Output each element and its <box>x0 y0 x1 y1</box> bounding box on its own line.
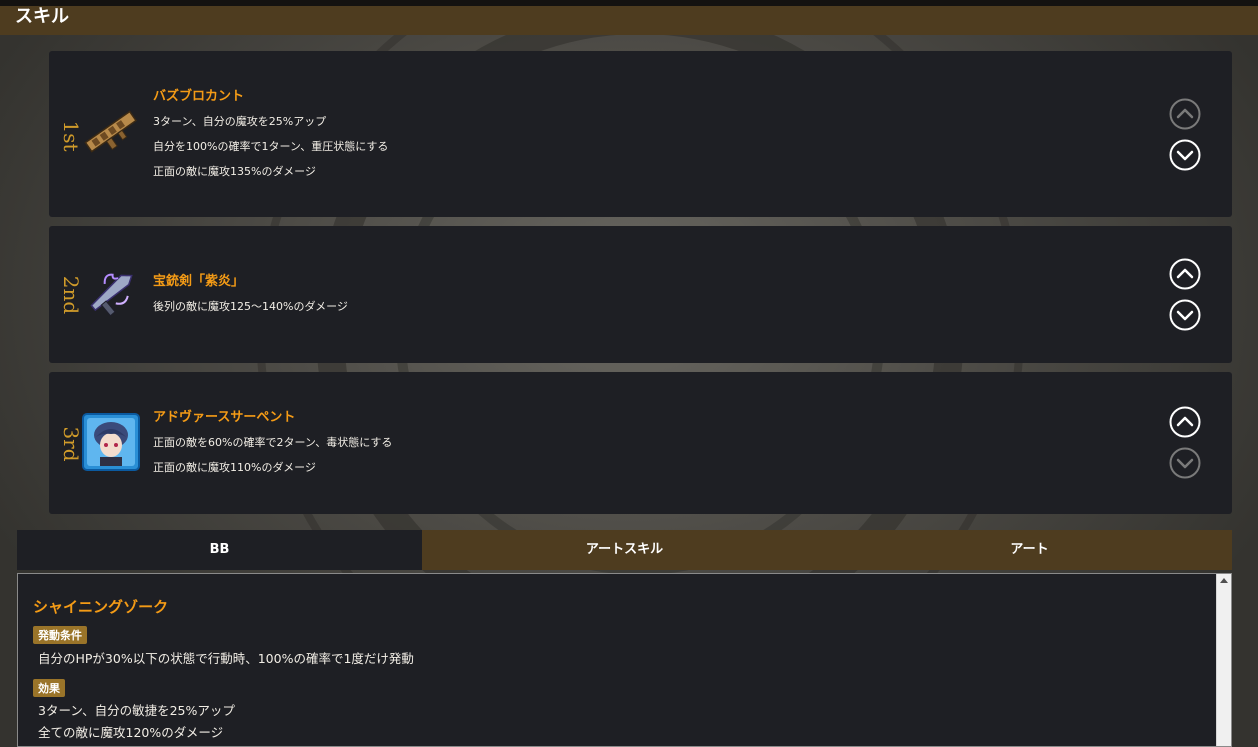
section-title: スキル <box>15 6 69 27</box>
chevron-down-icon <box>1169 447 1201 479</box>
chevron-up-icon <box>1169 406 1201 438</box>
effect-line: 全ての敵に魔攻120%のダメージ <box>38 725 224 740</box>
chevron-down-icon <box>1169 299 1201 331</box>
effect-line: 3ターン、自分の敏捷を25%アップ <box>38 703 235 718</box>
skill-description-line: 3ターン、自分の魔攻を25%アップ <box>153 115 327 128</box>
skill-description-line: 正面の敵に魔攻110%のダメージ <box>153 461 316 474</box>
chevron-up-icon <box>1169 98 1201 130</box>
bb-skill-panel: シャイニングゾーク 発動条件 自分のHPが30%以下の状態で行動時、100%の確… <box>17 573 1232 747</box>
skill-description-line: 後列の敵に魔攻125～140%のダメージ <box>153 300 348 313</box>
bb-skill-name: シャイニングゾーク <box>33 598 169 616</box>
move-up-button[interactable] <box>1169 98 1201 130</box>
gun-sword-icon <box>82 264 140 322</box>
chevron-down-icon <box>1169 139 1201 171</box>
section-header: スキル <box>0 6 1258 35</box>
tab-bb[interactable]: BB <box>17 530 422 570</box>
skill-card-3: 3rd アドヴァースサーペント 正面の敵を60%の確率で2ターン、毒状態にする … <box>49 372 1232 514</box>
tab-art[interactable]: アート <box>827 530 1232 570</box>
skill-rank-3: 3rd <box>59 426 83 462</box>
condition-badge: 発動条件 <box>33 626 87 644</box>
skill-rank-2: 2nd <box>59 275 83 315</box>
move-up-button[interactable] <box>1169 258 1201 290</box>
skill-name: バズブロカント <box>153 89 245 104</box>
skill-card-1: 1st バズブロカント 3ターン、自分の魔攻を25%アップ 自分を100%の確率… <box>49 51 1232 217</box>
move-up-button[interactable] <box>1169 406 1201 438</box>
skill-description-line: 正面の敵に魔攻135%のダメージ <box>153 165 316 178</box>
panel-scrollbar[interactable] <box>1216 574 1231 746</box>
skill-description-line: 正面の敵を60%の確率で2ターン、毒状態にする <box>153 436 393 449</box>
skill-description-line: 自分を100%の確率で1ターン、重圧状態にする <box>153 140 389 153</box>
skill-rank-1: 1st <box>59 120 83 152</box>
character-portrait-icon <box>82 413 140 471</box>
move-down-button[interactable] <box>1169 447 1201 479</box>
tab-art-skill[interactable]: アートスキル <box>422 530 827 570</box>
condition-text: 自分のHPが30%以下の状態で行動時、100%の確率で1度だけ発動 <box>38 651 414 666</box>
scroll-up-arrow-icon[interactable] <box>1220 578 1228 583</box>
skill-tabs: BB アートスキル アート <box>17 530 1232 570</box>
skill-card-2: 2nd 宝銃剣「紫炎」 後列の敵に魔攻125～140%のダメージ <box>49 226 1232 363</box>
effect-badge: 効果 <box>33 679 65 697</box>
bazooka-icon <box>82 103 140 161</box>
chevron-up-icon <box>1169 258 1201 290</box>
skill-name: 宝銃剣「紫炎」 <box>153 274 245 289</box>
move-down-button[interactable] <box>1169 299 1201 331</box>
skill-name: アドヴァースサーペント <box>153 410 296 425</box>
move-down-button[interactable] <box>1169 139 1201 171</box>
